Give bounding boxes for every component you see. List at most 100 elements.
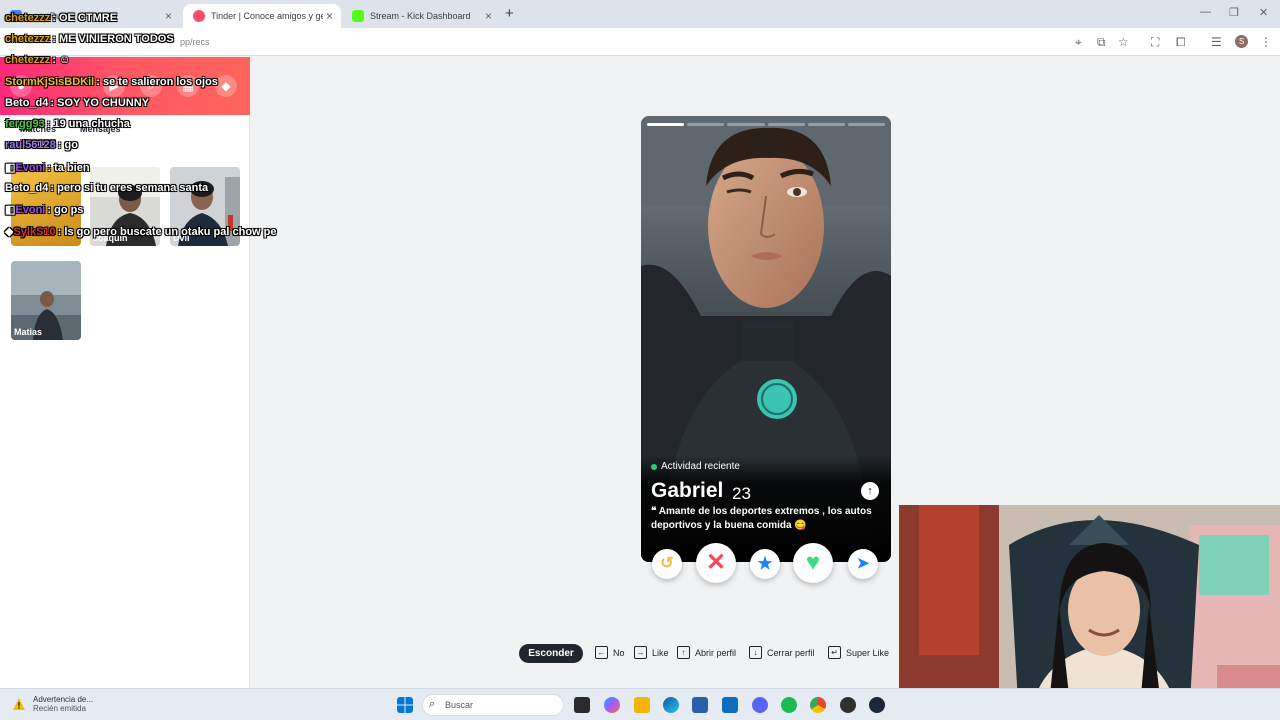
send-icon: ➤: [856, 555, 870, 572]
shortcut-label: Cerrar perfil: [767, 647, 815, 658]
photo-progress-segment: [687, 123, 725, 126]
enter-key-icon: ↵: [828, 646, 841, 659]
activity-text: Actividad reciente: [661, 461, 740, 472]
windows-taskbar: Advertencia de... Recién emitida ⌕ Busca…: [0, 688, 1280, 720]
match-name: Matias: [14, 327, 43, 337]
boost-button[interactable]: ➤: [848, 549, 878, 579]
fullscreen-icon[interactable]: ⛶: [1151, 35, 1159, 50]
photo-progress-segment: [727, 123, 765, 126]
photo-progress-segment: [807, 123, 845, 126]
shortcut-label: No: [613, 647, 625, 658]
close-tab-icon[interactable]: ×: [165, 9, 172, 23]
search-icon: ⌕: [429, 698, 436, 710]
sidebar-tabs: Matches Mensajes: [0, 124, 250, 141]
browser-tab-tinder[interactable]: Tinder | Conoce amigos y gente ×: [183, 4, 341, 28]
notification-title: Advertencia de...: [33, 695, 94, 704]
like-button[interactable]: ♥: [793, 543, 833, 583]
shortcut-super-like: ↵ Super Like: [828, 646, 889, 659]
discord-icon[interactable]: [752, 697, 768, 713]
shortcut-label: Like: [652, 647, 669, 658]
tab-matches[interactable]: Matches: [20, 124, 56, 134]
address-bar[interactable]: pp/recs ⌖ ⧉ ☆ ⛶ ⧠ ☰ ⋮: [0, 28, 1280, 56]
url-text[interactable]: pp/recs: [180, 37, 210, 47]
sidebar-header: ● ▶ ⌕ ▦ ◆: [0, 57, 250, 115]
copilot-icon[interactable]: [604, 697, 620, 713]
notification-subtitle: Recién emitida: [33, 704, 86, 713]
bookmark-star-icon[interactable]: ☆: [1118, 35, 1129, 49]
nope-button[interactable]: ✕: [696, 543, 736, 583]
profile-bio: ❝ Amante de los deportes extremos , los …: [651, 505, 879, 533]
boost-icon[interactable]: ▦: [177, 75, 199, 97]
reading-list-icon[interactable]: ☰: [1211, 35, 1222, 49]
match-card[interactable]: [11, 167, 81, 246]
obs-icon[interactable]: [840, 697, 856, 713]
action-buttons: ↺ ✕ ★ ♥ ➤: [641, 543, 891, 585]
explore-icon[interactable]: ▶: [103, 75, 125, 97]
profile-name: Gabriel: [651, 479, 724, 502]
tab-favicon-icon: [10, 10, 22, 22]
match-name: Joaquin: [93, 233, 128, 243]
browser-tab-strip: ... — Ru × Tinder | Conoce amigos y gent…: [0, 0, 1280, 28]
taskbar-search[interactable]: ⌕ Buscar: [422, 694, 564, 716]
windows-start-icon[interactable]: [397, 697, 413, 713]
heart-icon: ♥: [805, 549, 821, 576]
left-arrow-key-icon: ←: [595, 646, 608, 659]
open-profile-button[interactable]: ↑: [861, 482, 879, 500]
rewind-icon: ↺: [660, 555, 674, 572]
restore-icon[interactable]: ❐: [1229, 6, 1239, 19]
quote-icon: ❝: [651, 506, 659, 517]
edge-icon[interactable]: [663, 697, 679, 713]
kick-logo-icon: [352, 10, 364, 22]
match-card[interactable]: Joaquin: [90, 167, 160, 246]
install-app-icon[interactable]: ⧉: [1097, 35, 1106, 50]
photo-progress-segment: [647, 123, 685, 126]
close-tab-icon[interactable]: ×: [485, 9, 492, 23]
online-dot-icon: [651, 463, 657, 470]
chrome-icon[interactable]: [810, 697, 826, 713]
extensions-icon[interactable]: ⧠: [1176, 35, 1186, 50]
hide-shortcuts-button[interactable]: Esconder: [519, 644, 583, 663]
match-name: Dvil: [173, 233, 190, 243]
super-like-button[interactable]: ★: [750, 549, 780, 579]
menu-dots-icon[interactable]: ⋮: [1260, 35, 1272, 49]
minimize-icon[interactable]: —: [1200, 6, 1211, 18]
activity-status: Actividad reciente: [651, 461, 740, 472]
file-explorer-icon[interactable]: [634, 697, 650, 713]
profile-card[interactable]: Actividad reciente Gabriel 23 ↑ ❝ Amante…: [641, 116, 891, 562]
up-arrow-key-icon: ↑: [677, 646, 690, 659]
store-icon[interactable]: [692, 697, 708, 713]
outlook-icon[interactable]: [722, 697, 738, 713]
match-card[interactable]: Dvil: [170, 167, 240, 246]
close-window-icon[interactable]: ✕: [1259, 6, 1268, 19]
tinder-flame-icon: [193, 10, 205, 22]
close-tab-icon[interactable]: ×: [326, 9, 333, 23]
tab-mensajes[interactable]: Mensajes: [80, 124, 121, 134]
match-card[interactable]: Matias: [11, 261, 81, 340]
task-view-icon[interactable]: [574, 697, 590, 713]
shortcut-close-profile: ↓ Cerrar perfil: [749, 646, 815, 659]
photo-progress-segment: [767, 123, 805, 126]
shortcut-label: Super Like: [846, 647, 890, 658]
notification-warning[interactable]: Advertencia de... Recién emitida: [12, 695, 93, 713]
x-icon: ✕: [705, 549, 727, 576]
browser-tab-kick[interactable]: Stream - Kick Dashboard ×: [342, 4, 500, 28]
tab-label: Stream - Kick Dashboard: [370, 11, 471, 21]
search-placeholder: Buscar: [445, 700, 474, 710]
steam-icon[interactable]: [869, 697, 885, 713]
tab-label: Tinder | Conoce amigos y gente: [211, 11, 323, 21]
photo-progress: [647, 123, 886, 126]
rewind-button[interactable]: ↺: [652, 549, 682, 579]
browser-tab-1[interactable]: ... — Ru ×: [0, 4, 180, 28]
user-avatar[interactable]: ●: [10, 75, 32, 97]
search-icon[interactable]: ⌕: [140, 75, 162, 97]
shortcut-open-profile: ↑ Abrir perfil: [677, 646, 736, 659]
location-icon[interactable]: ⌖: [1075, 35, 1082, 50]
shortcut-like: → Like: [634, 646, 669, 659]
profile-avatar[interactable]: S: [1235, 35, 1248, 48]
active-tab-indicator: [20, 139, 56, 141]
shortcut-no: ← No: [595, 646, 625, 659]
spotify-icon[interactable]: [781, 697, 797, 713]
photo-progress-segment: [847, 123, 886, 126]
shield-icon[interactable]: ◆: [215, 75, 237, 97]
new-tab-icon[interactable]: +: [505, 5, 514, 22]
